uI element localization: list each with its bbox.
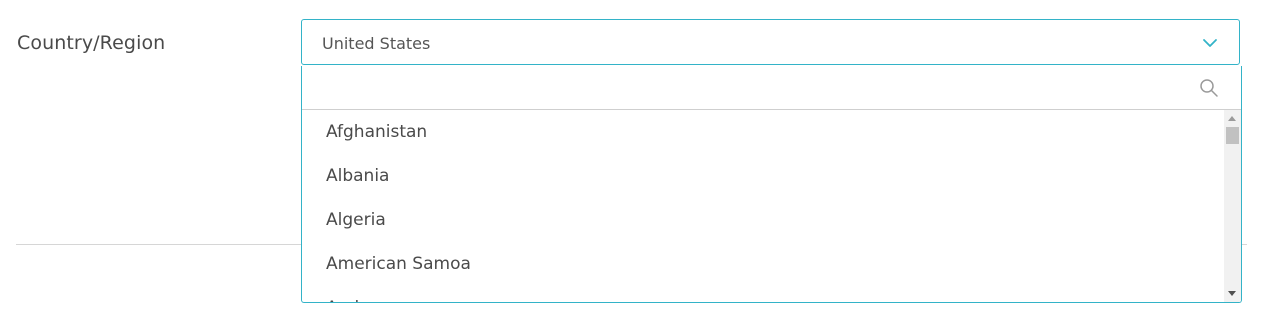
selected-country-value: United States [322, 34, 431, 53]
option-afghanistan[interactable]: Afghanistan [302, 110, 1224, 154]
country-options-list: Afghanistan Albania Algeria American Sam… [302, 110, 1224, 302]
scroll-up-arrow-icon[interactable] [1228, 116, 1236, 121]
country-region-select[interactable]: United States [301, 19, 1240, 65]
country-search-input[interactable] [303, 67, 1183, 107]
scroll-thumb[interactable] [1226, 127, 1239, 144]
chevron-down-icon[interactable] [1201, 34, 1219, 52]
option-algeria[interactable]: Algeria [302, 198, 1224, 242]
dropdown-search-bar [302, 66, 1241, 110]
option-andorra[interactable]: Andorra [302, 286, 1224, 302]
scroll-down-arrow-icon[interactable] [1228, 291, 1236, 296]
country-dropdown-panel: Afghanistan Albania Algeria American Sam… [301, 66, 1242, 303]
search-icon [1199, 78, 1219, 98]
options-scrollbar[interactable] [1224, 110, 1241, 302]
country-region-label: Country/Region [17, 32, 166, 54]
option-american-samoa[interactable]: American Samoa [302, 242, 1224, 286]
option-albania[interactable]: Albania [302, 154, 1224, 198]
